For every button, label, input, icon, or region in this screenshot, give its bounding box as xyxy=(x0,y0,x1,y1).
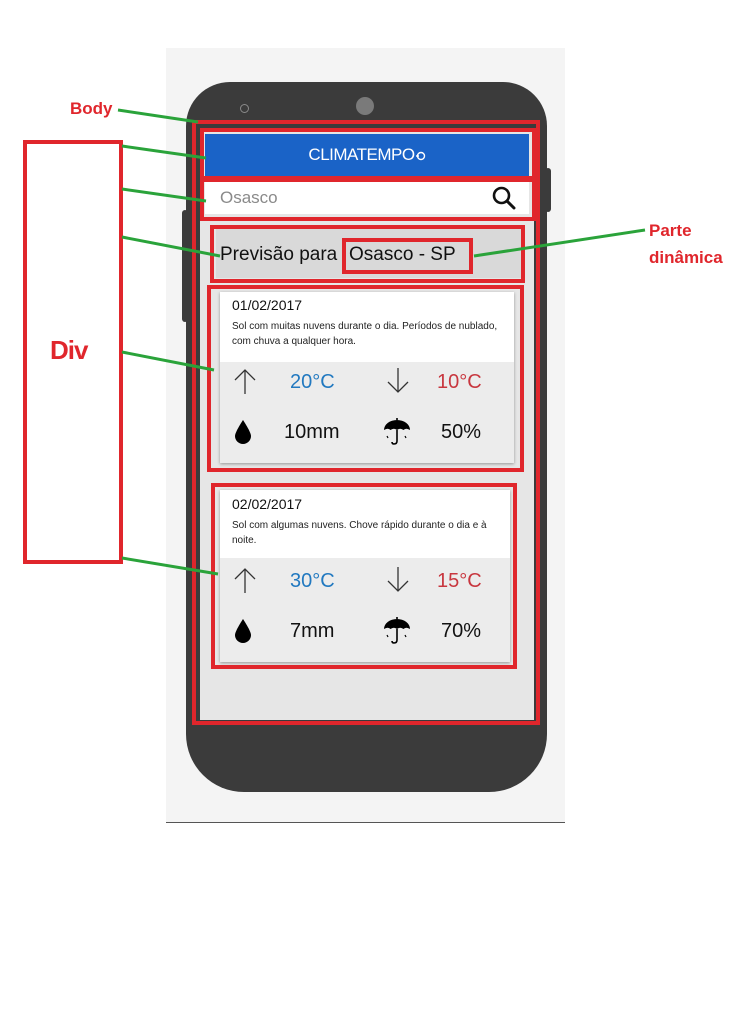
connector-search xyxy=(121,187,207,203)
connector-body xyxy=(117,108,199,124)
connector-header xyxy=(121,144,207,160)
connector-dynamic xyxy=(473,228,646,258)
annotation-div-label: Div xyxy=(50,335,88,365)
annotation-dynamic-label: Parte dinâmica xyxy=(649,221,723,267)
connector-card1 xyxy=(121,350,215,372)
connector-card2 xyxy=(121,556,219,576)
annotation-body-label: Body xyxy=(70,99,113,118)
annotation-connector-lines xyxy=(117,108,646,576)
connector-heading xyxy=(121,235,221,258)
